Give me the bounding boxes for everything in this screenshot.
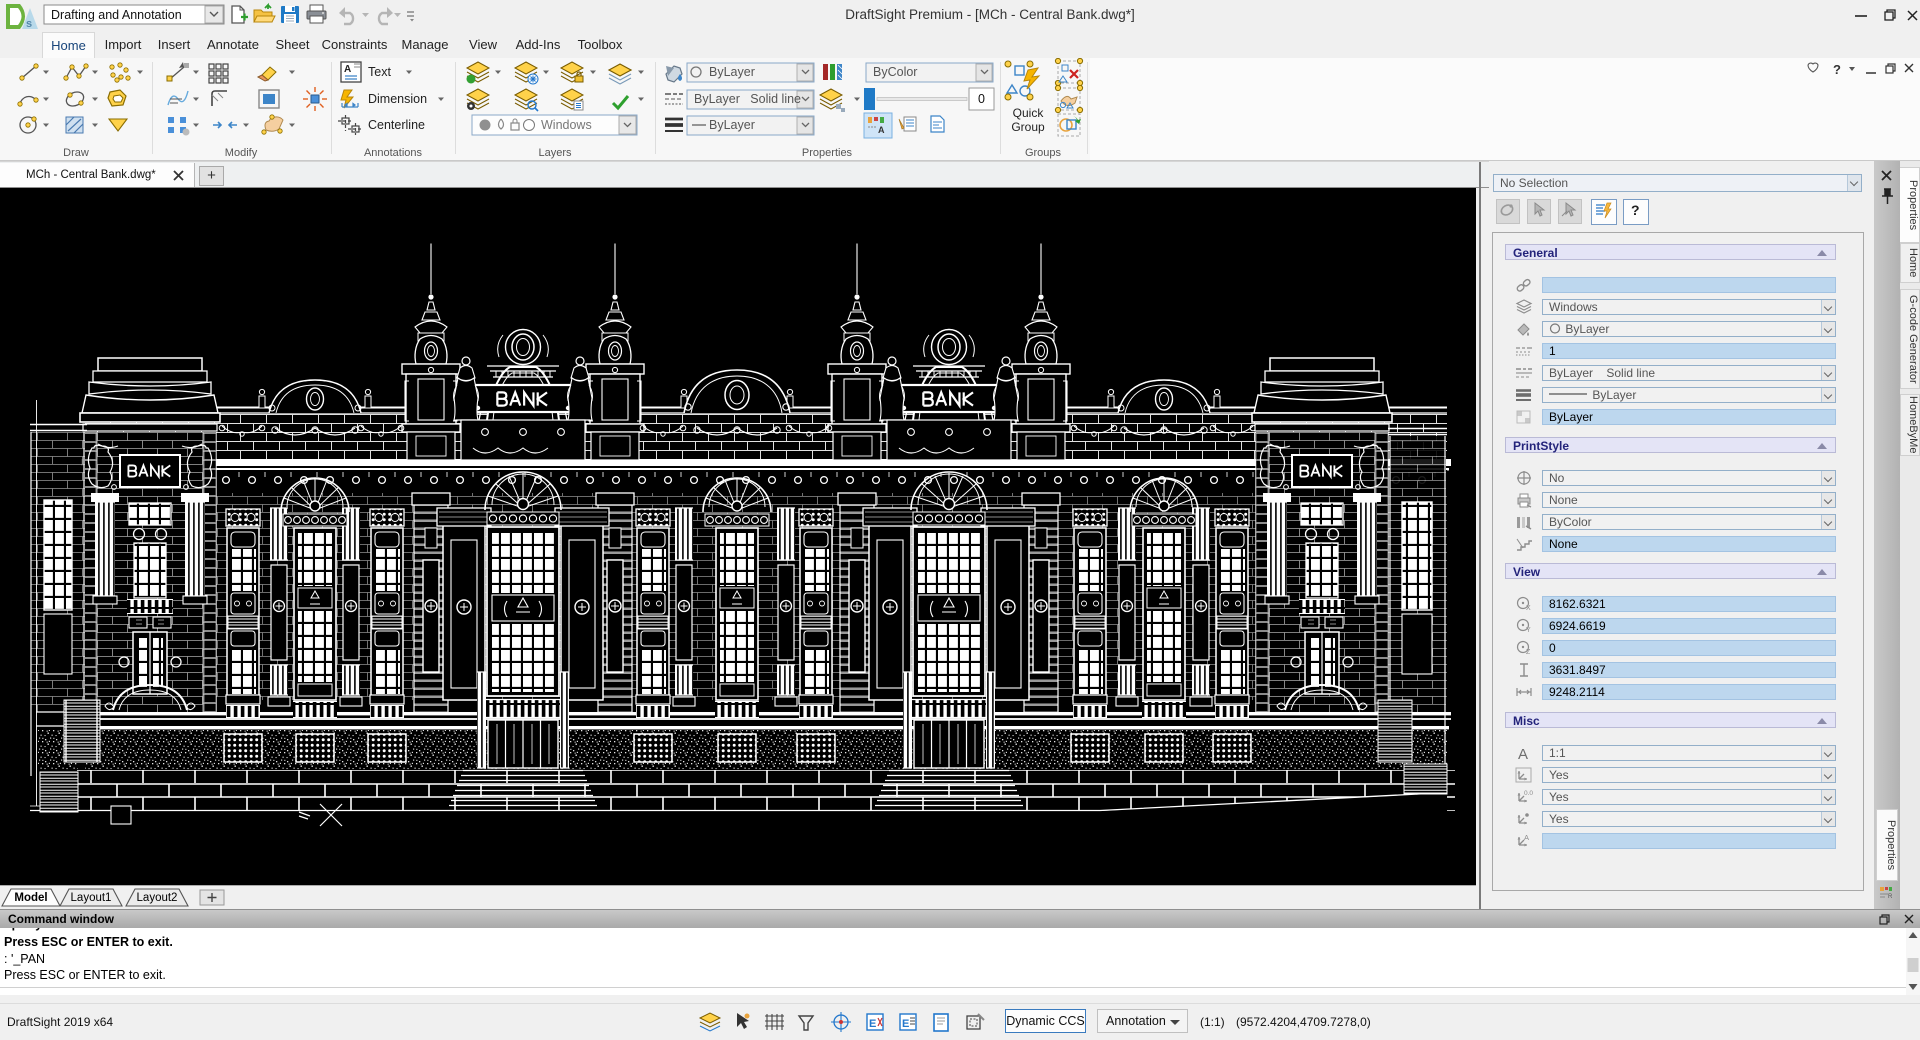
svg-text:0: 0 — [978, 92, 985, 106]
svg-text:s: s — [26, 18, 32, 30]
svg-text:E: E — [902, 1018, 909, 1030]
svg-text:ByLayer: ByLayer — [709, 118, 755, 132]
svg-text:E: E — [869, 1018, 876, 1030]
svg-text:Layout2: Layout2 — [137, 892, 178, 904]
svg-text:X: X — [1526, 605, 1531, 612]
svg-text:Text: Text — [368, 65, 391, 79]
svg-text:A: A — [878, 125, 885, 135]
svg-text:?: ? — [1631, 202, 1640, 218]
svg-text:R: R — [1888, 894, 1893, 899]
svg-text:Y: Y — [1526, 627, 1531, 634]
svg-text:A: A — [344, 64, 351, 75]
svg-text:Model: Model — [14, 892, 47, 904]
svg-text:Drafting and Annotation: Drafting and Annotation — [51, 8, 182, 22]
svg-text:Centerline: Centerline — [368, 118, 425, 132]
svg-text:?: ? — [1833, 62, 1841, 77]
svg-text:A: A — [1524, 833, 1529, 842]
svg-text:0.0: 0.0 — [1524, 790, 1533, 797]
svg-text:Windows: Windows — [541, 118, 592, 132]
svg-text:ByColor: ByColor — [873, 65, 917, 79]
svg-text:ByLayer: ByLayer — [709, 65, 755, 79]
svg-text:Z: Z — [1526, 649, 1531, 656]
svg-text:Layout1: Layout1 — [71, 892, 112, 904]
svg-text:ByLayer Solid line: ByLayer Solid line — [694, 92, 801, 106]
svg-text:A: A — [1518, 746, 1528, 761]
svg-text:Dimension: Dimension — [368, 92, 427, 106]
